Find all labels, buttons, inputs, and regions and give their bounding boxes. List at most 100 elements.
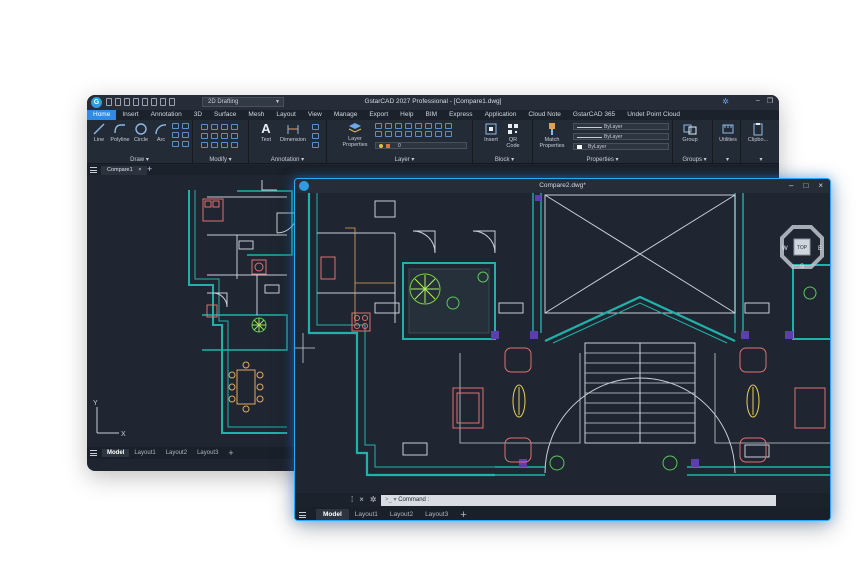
scale-icon[interactable] [211,142,218,148]
circle-button[interactable]: Circle [130,122,152,143]
command-input[interactable]: >_ ▾ Command : [381,495,776,506]
layout-tab-layout1[interactable]: Layout1 [129,450,160,456]
tab-manage[interactable]: Manage [328,110,364,120]
tab-bim[interactable]: BIM [420,110,444,120]
tab-3d[interactable]: 3D [188,110,208,120]
tab-home[interactable]: Home [87,110,117,120]
ellipse-icon[interactable] [172,132,179,138]
layout-tab-layout3[interactable]: Layout3 [192,450,223,456]
tab-view[interactable]: View [302,110,328,120]
viewcube[interactable]: TOP W E S [780,225,824,269]
layer-properties-button[interactable]: Layer Properties [340,121,370,148]
tab-layout[interactable]: Layout [270,110,302,120]
layer-tool-icon[interactable] [435,131,442,137]
front-drawing-canvas[interactable]: TOP W E S [295,193,830,493]
minimize-icon[interactable]: – [756,97,760,105]
layer-tool-icon[interactable] [385,123,392,129]
grip-icon[interactable]: ⁞ [351,495,353,504]
tab-insert[interactable]: Insert [116,110,144,120]
explode-icon[interactable] [231,133,238,139]
tab-application[interactable]: Application [479,110,523,120]
fillet-icon[interactable] [221,133,228,139]
rectangle-icon[interactable] [172,123,179,129]
layout-tab-layout1[interactable]: Layout1 [349,511,384,518]
tab-export[interactable]: Export [363,110,394,120]
tab-help[interactable]: Help [394,110,419,120]
mark-icon[interactable] [312,142,319,148]
layer-tool-icon[interactable] [375,131,382,137]
trim-icon[interactable] [221,124,228,130]
viewcube-east-label[interactable]: E [818,246,822,252]
qr-code-button[interactable]: QR Code [502,122,524,149]
region-icon[interactable] [182,132,189,138]
layout-tab-model[interactable]: Model [316,509,349,520]
layout-tab-model[interactable]: Model [102,449,130,457]
tab-undet-point-cloud[interactable]: Undet Point Cloud [621,110,686,120]
gear-icon[interactable]: ✲ [370,495,377,504]
point-icon[interactable] [172,141,179,147]
color-select[interactable]: ByLayer [573,123,669,130]
table-icon[interactable] [182,141,189,147]
tab-gstarcad-365[interactable]: GstarCAD 365 [567,110,621,120]
layout-tab-layout2[interactable]: Layout2 [161,450,192,456]
layer-tool-icon[interactable] [425,131,432,137]
layout-tab-layout2[interactable]: Layout2 [384,511,419,518]
add-layout-plus-icon[interactable]: + [223,448,238,458]
dimension-button[interactable]: Dimension [278,122,308,143]
viewcube-south-label[interactable]: S [800,264,804,269]
layout-menu-icon[interactable] [299,511,306,518]
lineweight-select[interactable]: ByLayer [573,143,669,150]
array-icon[interactable] [221,142,228,148]
doc-tab-compare1[interactable]: Compare1 × [101,166,148,175]
stretch-icon[interactable] [201,142,208,148]
polyline-button[interactable]: Polyline [109,122,131,143]
restore-icon[interactable]: ❐ [767,97,773,105]
offset-icon[interactable] [231,142,238,148]
tab-cloud-note[interactable]: Cloud Note [522,110,567,120]
layer-tool-icon[interactable] [415,123,422,129]
layout-menu-icon[interactable] [90,450,97,456]
tab-surface[interactable]: Surface [208,110,242,120]
layer-tool-icon[interactable] [385,131,392,137]
erase-icon[interactable] [231,124,238,130]
layer-tool-icon[interactable] [395,131,402,137]
mirror-icon[interactable] [211,133,218,139]
layer-tool-icon[interactable] [445,123,452,129]
arc-button[interactable]: Arc [150,122,172,143]
layer-tool-icon[interactable] [405,131,412,137]
layer-tool-icon[interactable] [405,123,412,129]
move-icon[interactable] [201,124,208,130]
rotate-icon[interactable] [211,124,218,130]
clipboard-button[interactable]: Clipbo... [745,122,771,143]
tab-annotation[interactable]: Annotation [145,110,188,120]
layer-tool-icon[interactable] [395,123,402,129]
layer-tool-icon[interactable] [425,123,432,129]
insert-button[interactable]: Insert [480,122,502,143]
add-layout-plus-icon[interactable]: + [454,509,472,521]
line-button[interactable]: Line [88,122,110,143]
leader-icon[interactable] [312,124,319,130]
viewcube-top-label[interactable]: TOP [797,245,808,251]
close-icon[interactable]: × [138,167,141,173]
layout-tab-layout3[interactable]: Layout3 [419,511,454,518]
text-button[interactable]: A Text [255,122,277,144]
viewcube-west-label[interactable]: W [782,246,788,252]
menu-icon[interactable] [90,167,97,173]
layer-tool-icon[interactable] [445,131,452,137]
linetype-select[interactable]: ByLayer [573,133,669,140]
layer-tool-icon[interactable] [415,131,422,137]
group-button[interactable]: Group [679,122,701,143]
restore-icon[interactable]: □ [803,181,808,190]
tab-mesh[interactable]: Mesh [242,110,270,120]
utilities-button[interactable]: Utilities [717,122,739,143]
table-icon[interactable] [312,133,319,139]
layer-tool-icon[interactable] [435,123,442,129]
copy-icon[interactable] [201,133,208,139]
new-tab-plus-icon[interactable]: + [147,165,152,174]
tab-express[interactable]: Express [443,110,478,120]
hatch-icon[interactable] [182,123,189,129]
gear-icon[interactable]: ✲ [722,97,729,106]
layer-tool-icon[interactable] [375,123,382,129]
current-layer-select[interactable]: 0 [375,142,467,149]
close-icon[interactable]: × [359,495,364,504]
